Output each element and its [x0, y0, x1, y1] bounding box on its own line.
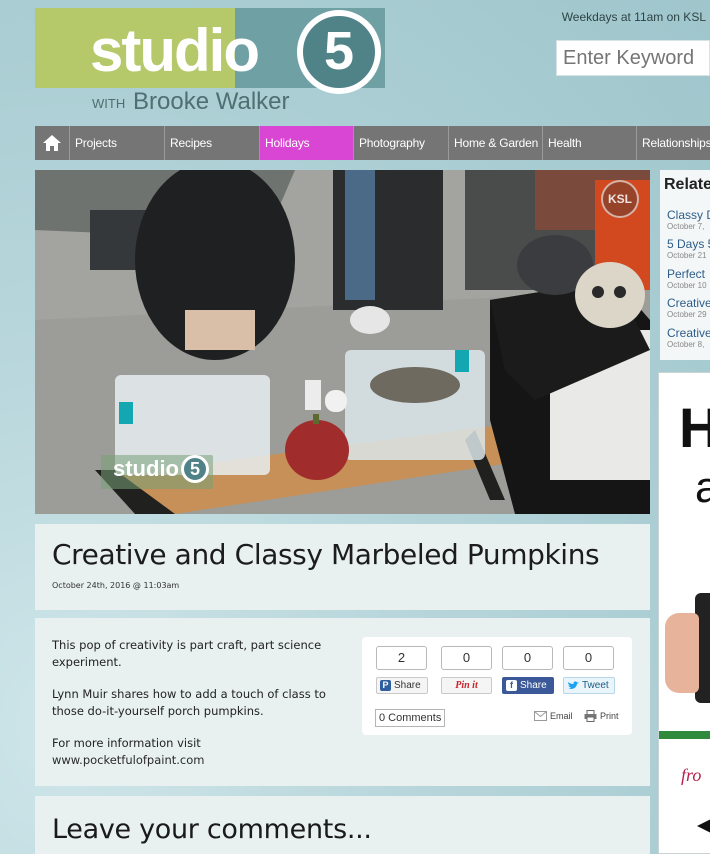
channel-bug: KSL [601, 180, 639, 218]
related-item-title[interactable]: Creative [667, 326, 710, 340]
share-button[interactable]: P Share [376, 677, 428, 694]
related-item-title[interactable]: Classy D [667, 208, 710, 222]
sidebar-advertisement[interactable]: H a fro [658, 372, 710, 854]
related-item[interactable]: Classy D October 7, [667, 208, 710, 231]
article-link[interactable]: www.pocketfulofpaint.com [52, 752, 204, 769]
facebook-count: 0 [502, 646, 553, 670]
share-widget: 2 0 0 0 P Share Pin it f Share Tweet 0 C… [362, 637, 632, 735]
nav-item-health[interactable]: Health [543, 126, 637, 160]
comments-heading: Leave your comments... [52, 814, 372, 845]
logo-with-label: WITH [92, 96, 126, 111]
related-item[interactable]: Perfect October 10 [667, 267, 707, 290]
facebook-share-button[interactable]: f Share [502, 677, 554, 694]
share-icon: P [380, 680, 391, 691]
share-button-label: Share [394, 680, 421, 691]
related-item-date: October 29 [667, 310, 707, 319]
email-label: Email [550, 711, 573, 721]
facebook-icon: f [506, 680, 517, 691]
twitter-bird-icon [568, 680, 579, 689]
related-item[interactable]: Creative October 29 [667, 296, 710, 319]
nav-item-relationships[interactable]: Relationships [637, 126, 710, 160]
related-item-title[interactable]: Creative [667, 296, 710, 310]
article-paragraph: For more information visit [52, 736, 201, 750]
pin-it-label: Pin it [455, 680, 478, 691]
main-navigation: Projects Recipes Holidays Photography Ho… [35, 126, 710, 160]
ad-arrow-icon [697, 819, 710, 833]
video-player[interactable]: studio 5 KSL [35, 170, 650, 514]
related-item-date: October 7, [667, 222, 705, 231]
pin-count: 0 [441, 646, 492, 670]
print-label: Print [600, 711, 619, 721]
related-item-title[interactable]: Perfect [667, 267, 707, 281]
related-item[interactable]: 5 Days 5 October 21 [667, 237, 710, 260]
pinterest-button[interactable]: Pin it [441, 677, 492, 694]
comments-section: Leave your comments... [35, 796, 650, 854]
home-icon [43, 135, 61, 151]
ad-headline-letter-2: a [695, 463, 710, 513]
logo-wordmark: studio [90, 17, 260, 84]
tweet-button[interactable]: Tweet [563, 677, 615, 694]
nav-item-photography[interactable]: Photography [354, 126, 449, 160]
nav-item-home-garden[interactable]: Home & Garden [449, 126, 543, 160]
nav-item-holidays[interactable]: Holidays [260, 126, 354, 160]
broadcast-schedule: Weekdays at 11am on KSL [561, 10, 706, 24]
printer-icon [584, 710, 597, 722]
nav-item-projects[interactable]: Projects [70, 126, 165, 160]
article-paragraph: Lynn Muir shares how to add a touch of c… [52, 687, 326, 718]
comments-count-button[interactable]: 0 Comments [375, 709, 446, 727]
search-input[interactable] [556, 40, 710, 76]
article-date: October 24th, 2016 @ 11:03am [52, 581, 180, 590]
logo-number-badge: 5 [297, 10, 381, 94]
print-button[interactable]: Print [584, 710, 619, 722]
article-paragraph: This pop of creativity is part craft, pa… [52, 638, 322, 669]
article-header: Creative and Classy Marbeled Pumpkins Oc… [35, 524, 650, 610]
video-watermark: studio 5 [101, 455, 213, 489]
tweet-count: 0 [563, 646, 614, 670]
related-item[interactable]: Creative October 8, [667, 326, 710, 349]
watermark-word: studio [113, 456, 179, 481]
related-item-date: October 21 [667, 251, 707, 260]
site-logo[interactable]: studio 5 WITH Brooke Walker [35, 8, 385, 118]
email-button[interactable]: Email [534, 710, 573, 722]
ad-hand-image [661, 573, 710, 723]
related-item-title[interactable]: 5 Days 5 [667, 237, 710, 251]
facebook-share-label: Share [520, 680, 547, 691]
share-count: 2 [376, 646, 427, 670]
tweet-label: Tweet [582, 680, 609, 691]
watermark-number: 5 [181, 455, 209, 483]
related-item-date: October 10 [667, 281, 707, 290]
home-button[interactable] [35, 126, 70, 160]
article-title: Creative and Classy Marbeled Pumpkins [52, 538, 600, 571]
nav-item-recipes[interactable]: Recipes [165, 126, 260, 160]
email-icon [534, 711, 547, 721]
logo-host-name: Brooke Walker [133, 88, 290, 115]
related-item-date: October 8, [667, 340, 705, 349]
related-heading: Relate [664, 176, 710, 193]
related-articles: Relate Classy D October 7, 5 Days 5 Octo… [660, 170, 710, 360]
ad-green-bar [659, 731, 710, 739]
ad-footer-text: fro [681, 765, 702, 785]
ad-headline-letter: H [679, 395, 710, 460]
